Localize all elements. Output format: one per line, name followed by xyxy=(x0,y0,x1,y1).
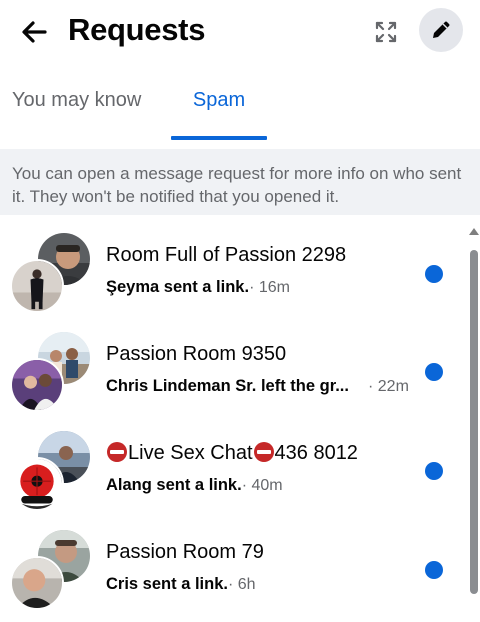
active-tab-indicator xyxy=(171,136,267,140)
tab-spam[interactable]: Spam xyxy=(171,70,267,140)
no-entry-emoji-icon xyxy=(107,442,127,462)
tab-you-may-know[interactable]: You may know xyxy=(12,70,141,140)
request-row[interactable]: Passion Room 9350 Chris Lindeman Sr. lef… xyxy=(0,323,462,422)
request-preview: Cris sent a link.· 6h xyxy=(106,575,256,594)
group-avatar xyxy=(10,332,92,414)
group-avatar xyxy=(10,233,92,315)
timestamp: · 22m xyxy=(368,378,409,395)
page-title: Requests xyxy=(68,12,206,47)
info-banner: You can open a message request for more … xyxy=(0,149,480,215)
request-preview: Şeyma sent a link.· 16m xyxy=(106,278,290,297)
request-name: Live Sex Chat 436 8012 xyxy=(106,442,358,465)
request-row[interactable]: Live Sex Chat 436 8012 Alang sent a link.… xyxy=(0,422,462,521)
scrollbar[interactable] xyxy=(467,228,480,622)
request-list: Room Full of Passion 2298 Şeyma sent a l… xyxy=(0,224,462,622)
group-avatar xyxy=(10,431,92,513)
unread-indicator xyxy=(425,462,443,480)
preview-text: Alang sent a link. xyxy=(106,476,242,494)
preview-text: Şeyma sent a link. xyxy=(106,278,250,296)
request-name-suffix: 436 8012 xyxy=(274,442,358,464)
request-row[interactable]: Passion Room 79 Cris sent a link.· 6h xyxy=(0,521,462,620)
avatar xyxy=(10,457,64,511)
tab-bar: You may know Spam xyxy=(0,70,480,140)
request-preview: Alang sent a link.· 40m xyxy=(106,476,283,495)
request-name-prefix: Live Sex Chat xyxy=(128,442,253,464)
expand-icon xyxy=(375,21,397,43)
new-message-button[interactable] xyxy=(419,8,463,52)
timestamp: · 40m xyxy=(241,477,283,494)
back-arrow-icon xyxy=(22,21,47,43)
timestamp: · 6h xyxy=(227,576,256,593)
no-entry-emoji-icon xyxy=(253,442,274,462)
avatar xyxy=(10,358,64,412)
back-button[interactable] xyxy=(16,14,52,50)
request-name: Passion Room 9350 xyxy=(106,343,287,365)
unread-indicator xyxy=(425,265,443,283)
timestamp: · 16m xyxy=(249,279,290,296)
request-name: Room Full of Passion 2298 xyxy=(106,244,347,266)
header: Requests xyxy=(0,0,480,64)
preview-text: Cris sent a link. xyxy=(106,575,228,593)
expand-button[interactable] xyxy=(368,14,404,50)
request-name: Passion Room 79 xyxy=(106,541,264,563)
unread-indicator xyxy=(425,561,443,579)
pencil-icon xyxy=(433,21,450,38)
unread-indicator xyxy=(425,363,443,381)
group-avatar xyxy=(10,530,92,612)
scroll-up-arrow-icon[interactable] xyxy=(469,228,479,235)
scrollbar-thumb[interactable] xyxy=(470,250,478,594)
request-preview: Chris Lindeman Sr. left the gr... xyxy=(106,377,349,395)
request-row[interactable]: Room Full of Passion 2298 Şeyma sent a l… xyxy=(0,224,462,323)
avatar xyxy=(10,259,64,313)
avatar xyxy=(10,556,64,610)
